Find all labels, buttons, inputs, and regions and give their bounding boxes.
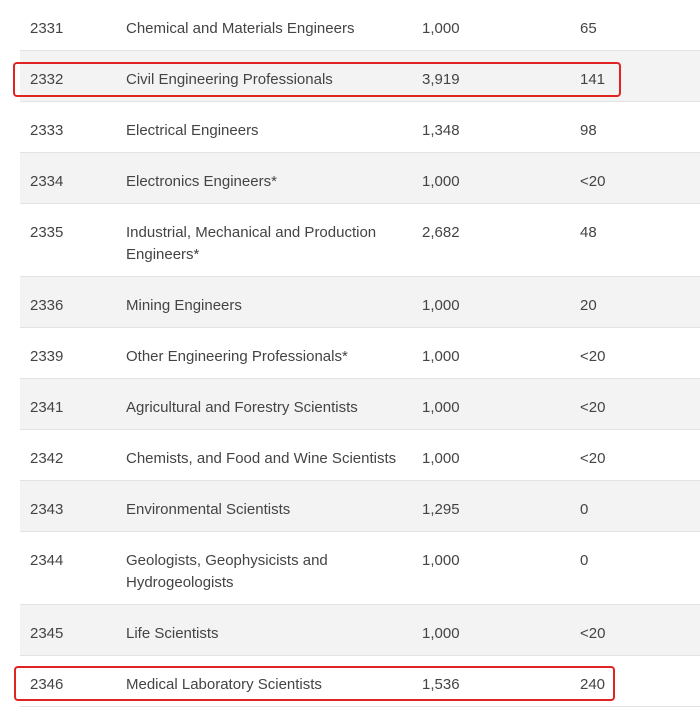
occupation-name: Mining Engineers <box>126 297 242 314</box>
minimum-points: 1,295 <box>422 501 460 518</box>
table-row: 2339 Other Engineering Professionals* 1,… <box>20 328 700 379</box>
occupation-table: 2331 Chemical and Materials Engineers 1,… <box>20 0 700 707</box>
occupation-name: Chemical and Materials Engineers <box>126 20 355 37</box>
occupation-name: Civil Engineering Professionals <box>126 71 333 88</box>
minimum-points: 1,000 <box>422 399 460 416</box>
occupation-code: 2344 <box>30 552 64 569</box>
nominations-count: <20 <box>580 625 606 642</box>
nominations-count: <20 <box>580 173 606 190</box>
occupation-code: 2336 <box>30 297 64 314</box>
table-row: 2334 Electronics Engineers* 1,000 <20 <box>20 153 700 204</box>
minimum-points: 1,000 <box>422 297 460 314</box>
occupation-code: 2335 <box>30 224 64 241</box>
minimum-points: 1,000 <box>422 450 460 467</box>
table-row: 2331 Chemical and Materials Engineers 1,… <box>20 0 700 51</box>
nominations-count: 98 <box>580 122 597 139</box>
occupation-name: Environmental Scientists <box>126 501 291 518</box>
minimum-points: 1,000 <box>422 625 460 642</box>
occupation-name: Chemists, and Food and Wine Scientists <box>126 450 397 467</box>
table-row: 2336 Mining Engineers 1,000 20 <box>20 277 700 328</box>
table-row: 2335 Industrial, Mechanical and Producti… <box>20 204 700 277</box>
table-row: 2344 Geologists, Geophysicists and Hydro… <box>20 532 700 605</box>
table-row: 2345 Life Scientists 1,000 <20 <box>20 605 700 656</box>
nominations-count: <20 <box>580 399 606 416</box>
occupation-name: Life Scientists <box>126 625 219 642</box>
minimum-points: 1,536 <box>422 676 460 693</box>
nominations-count: 0 <box>580 552 589 569</box>
nominations-count: <20 <box>580 348 606 365</box>
table-row: 2342 Chemists, and Food and Wine Scienti… <box>20 430 700 481</box>
nominations-count: 20 <box>580 297 597 314</box>
minimum-points: 3,919 <box>422 71 460 88</box>
table-row: 2346 Medical Laboratory Scientists 1,536… <box>20 656 700 707</box>
occupation-name: Medical Laboratory Scientists <box>126 676 322 693</box>
occupation-name: Electrical Engineers <box>126 122 259 139</box>
nominations-count: 48 <box>580 224 597 241</box>
minimum-points: 1,348 <box>422 122 460 139</box>
nominations-count: 141 <box>580 71 606 88</box>
minimum-points: 1,000 <box>422 348 460 365</box>
occupation-code: 2333 <box>30 122 64 139</box>
occupation-name: Electronics Engineers* <box>126 173 277 190</box>
minimum-points: 1,000 <box>422 173 460 190</box>
minimum-points: 1,000 <box>422 552 460 569</box>
occupation-name: Agricultural and Forestry Scientists <box>126 399 358 416</box>
occupation-code: 2346 <box>30 676 64 693</box>
nominations-count: 65 <box>580 20 597 37</box>
occupation-code: 2332 <box>30 71 64 88</box>
table-row: 2341 Agricultural and Forestry Scientist… <box>20 379 700 430</box>
occupation-code: 2339 <box>30 348 64 365</box>
occupation-code: 2334 <box>30 173 64 190</box>
minimum-points: 1,000 <box>422 20 460 37</box>
occupation-code: 2342 <box>30 450 64 467</box>
nominations-count: 0 <box>580 501 589 518</box>
table-row: 2343 Environmental Scientists 1,295 0 <box>20 481 700 532</box>
occupation-code: 2341 <box>30 399 64 416</box>
nominations-count: <20 <box>580 450 606 467</box>
occupation-name: Industrial, Mechanical and Production En… <box>126 224 377 263</box>
table-row: 2333 Electrical Engineers 1,348 98 <box>20 102 700 153</box>
table-row: 2332 Civil Engineering Professionals 3,9… <box>20 51 700 102</box>
occupation-name: Geologists, Geophysicists and Hydrogeolo… <box>126 552 328 591</box>
minimum-points: 2,682 <box>422 224 460 241</box>
occupation-name: Other Engineering Professionals* <box>126 348 348 365</box>
nominations-count: 240 <box>580 676 606 693</box>
occupation-code: 2331 <box>30 20 64 37</box>
occupation-code: 2343 <box>30 501 64 518</box>
occupation-code: 2345 <box>30 625 64 642</box>
